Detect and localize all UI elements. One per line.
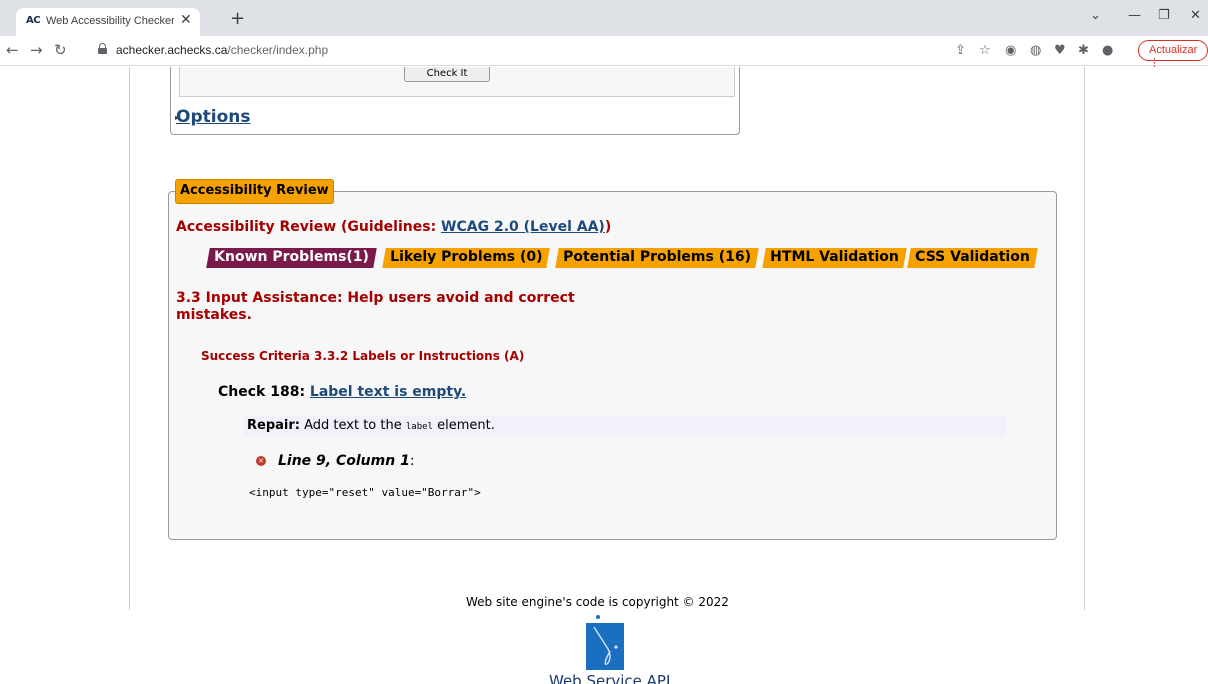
update-button-label: Actualizar bbox=[1149, 44, 1198, 56]
guideline-heading: 3.3 Input Assistance: Help users avoid a… bbox=[176, 290, 575, 323]
logo-mark-icon bbox=[593, 626, 618, 666]
options-link[interactable]: Options bbox=[176, 107, 250, 127]
page-content: Check It ▸ Options Accessibility Review … bbox=[0, 67, 1208, 684]
tab-search-chevron-icon[interactable]: ⌄ bbox=[1090, 8, 1101, 23]
reload-icon[interactable]: ↻ bbox=[54, 41, 67, 59]
wcag-guideline-link[interactable]: WCAG 2.0 (Level AA) bbox=[441, 219, 605, 235]
restore-window-icon[interactable]: ❐ bbox=[1158, 8, 1170, 23]
tab-likely-problems[interactable]: Likely Problems (0) bbox=[382, 248, 551, 268]
check-it-button[interactable]: Check It bbox=[404, 67, 490, 82]
close-window-icon[interactable]: ✕ bbox=[1190, 8, 1201, 23]
check-form-inner: Check It bbox=[179, 67, 735, 97]
share-icon[interactable]: ⇪ bbox=[955, 43, 966, 58]
copyright-text: Web site engine's code is copyright © 20… bbox=[466, 595, 729, 609]
check-form-box: Check It bbox=[170, 67, 740, 135]
success-criteria-heading: Success Criteria 3.3.2 Labels or Instruc… bbox=[201, 349, 525, 363]
close-tab-icon[interactable]: ✕ bbox=[180, 12, 192, 28]
heart-icon[interactable]: ♥ bbox=[1054, 43, 1066, 58]
browser-tabstrip: AC Web Accessibility Checker for We ✕ + … bbox=[0, 0, 1208, 36]
left-divider bbox=[129, 67, 130, 610]
avatar[interactable]: ● bbox=[1102, 43, 1113, 58]
check-heading: Check 188: Label text is empty. bbox=[218, 384, 467, 400]
tab-css-validation[interactable]: CSS Validation bbox=[907, 248, 1038, 268]
minimize-window-icon[interactable]: — bbox=[1128, 8, 1141, 23]
wordpress-icon[interactable]: ◉ bbox=[1005, 43, 1016, 58]
tab-potential-problems[interactable]: Potential Problems (16) bbox=[555, 248, 759, 268]
star-icon[interactable]: ☆ bbox=[979, 43, 991, 58]
code-snippet: <input type="reset" value="Borrar"> bbox=[249, 486, 481, 499]
update-button[interactable]: Actualizar ⋮ bbox=[1138, 40, 1208, 69]
tab-title: Web Accessibility Checker for We bbox=[46, 15, 174, 27]
right-divider bbox=[1084, 67, 1085, 610]
site-favicon-icon: AC bbox=[26, 15, 41, 26]
new-tab-button[interactable]: + bbox=[230, 8, 245, 29]
check-link[interactable]: Label text is empty. bbox=[310, 384, 466, 400]
url-text: achecker.achecks.ca/checker/index.php bbox=[116, 43, 329, 57]
error-icon: ✕ bbox=[256, 456, 266, 466]
back-icon[interactable]: ← bbox=[6, 41, 19, 59]
forward-icon[interactable]: → bbox=[30, 41, 43, 59]
tab-html-validation[interactable]: HTML Validation bbox=[762, 248, 907, 268]
logo-dot bbox=[596, 615, 600, 619]
puzzle-icon[interactable]: ✱ bbox=[1078, 43, 1089, 58]
web-service-api-logo[interactable] bbox=[586, 623, 624, 670]
lock-icon[interactable] bbox=[98, 43, 107, 54]
review-guidelines-heading: Accessibility Review (Guidelines: WCAG 2… bbox=[176, 219, 612, 235]
browser-tab[interactable]: AC Web Accessibility Checker for We ✕ bbox=[16, 8, 200, 36]
repair-text: Repair: Add text to the label element. bbox=[247, 418, 495, 433]
extension-icon[interactable]: ◍ bbox=[1030, 43, 1041, 58]
error-location: Line 9, Column 1: bbox=[278, 453, 415, 469]
web-service-api-label[interactable]: Web Service API bbox=[549, 672, 670, 684]
tab-known-problems[interactable]: Known Problems(1) bbox=[206, 248, 377, 268]
browser-toolbar: ← → ↻ achecker.achecks.ca/checker/index.… bbox=[0, 36, 1208, 69]
accessibility-review-legend: Accessibility Review bbox=[175, 179, 334, 204]
